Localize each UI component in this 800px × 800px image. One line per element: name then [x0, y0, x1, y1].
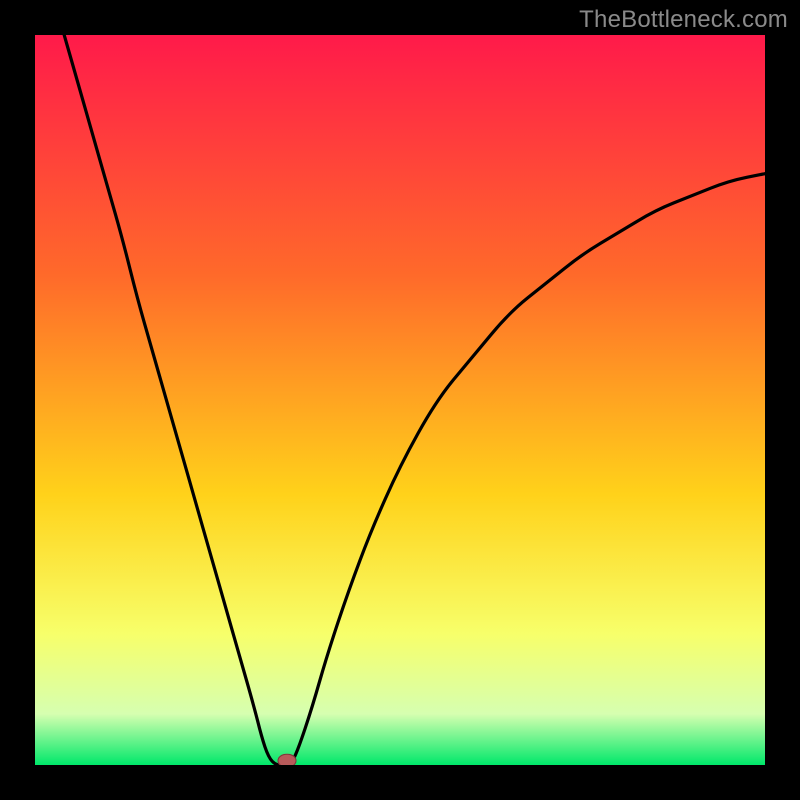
optimal-point-marker [277, 753, 296, 765]
background-gradient [35, 35, 765, 765]
watermark-label: TheBottleneck.com [579, 6, 788, 34]
chart-frame: TheBottleneck.com [0, 0, 800, 800]
plot-area [35, 35, 765, 765]
